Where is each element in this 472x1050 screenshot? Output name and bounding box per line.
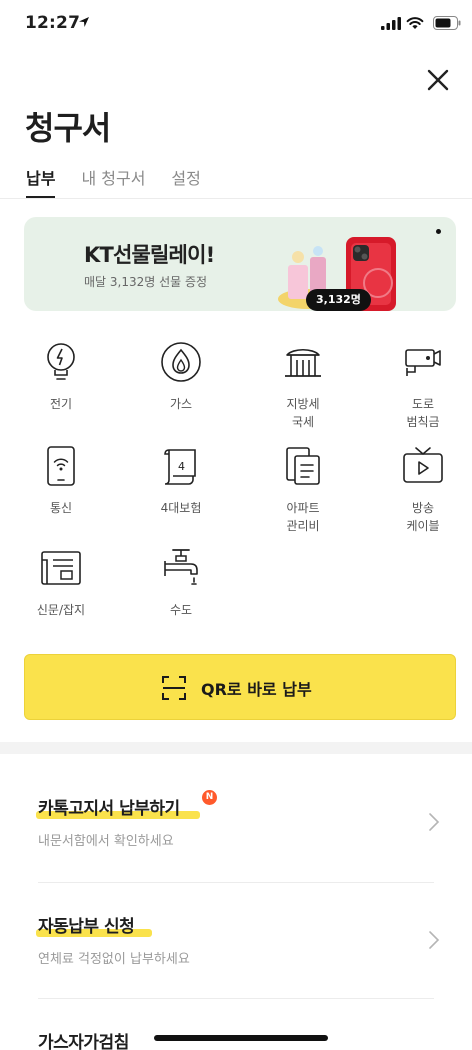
tab-payment[interactable]: 납부 bbox=[26, 166, 56, 198]
newspaper-icon bbox=[41, 551, 81, 585]
menu-item-title: 가스자가검침 bbox=[38, 1033, 129, 1050]
qr-scan-icon bbox=[162, 676, 186, 700]
location-arrow-icon bbox=[79, 17, 89, 27]
qr-pay-button[interactable]: QR로 바로 납부 bbox=[24, 654, 456, 720]
svg-text:4: 4 bbox=[178, 460, 185, 473]
section-divider bbox=[0, 742, 472, 754]
qr-pay-label: QR로 바로 납부 bbox=[201, 680, 312, 699]
menu-item-subtitle: 연체료 걱정없이 납부하세요 bbox=[38, 952, 190, 967]
water-faucet-icon bbox=[164, 549, 198, 585]
new-badge: N bbox=[202, 790, 217, 805]
wifi-icon bbox=[406, 17, 424, 29]
battery-icon bbox=[433, 16, 461, 30]
page-title: 청구서 bbox=[25, 109, 111, 147]
category-water[interactable]: 수도 bbox=[126, 546, 236, 619]
tab-settings[interactable]: 설정 bbox=[171, 166, 200, 198]
category-gas[interactable]: 가스 bbox=[126, 340, 236, 413]
category-telecom[interactable]: 통신 bbox=[6, 444, 116, 517]
category-traffic-fine[interactable]: 도로 범칙금 bbox=[368, 340, 472, 431]
category-four-insurance[interactable]: 4 4대보험 bbox=[126, 444, 236, 517]
apartment-document-icon bbox=[286, 447, 320, 485]
category-electricity[interactable]: 전기 bbox=[6, 340, 116, 413]
tab-bar: 납부 내 청구서 설정 bbox=[26, 166, 201, 198]
traffic-camera-icon bbox=[405, 349, 441, 376]
chevron-right-icon bbox=[429, 813, 440, 831]
banner-title: KT선물릴레이! bbox=[84, 243, 215, 267]
close-icon bbox=[427, 69, 449, 91]
tv-icon bbox=[403, 447, 443, 483]
category-local-tax[interactable]: 지방세 국세 bbox=[248, 340, 358, 431]
menu-item-kakao-bill[interactable]: 카톡고지서 납부하기 N 내문서함에서 확인하세요 bbox=[0, 784, 472, 874]
tab-my-bills[interactable]: 내 청구서 bbox=[81, 166, 145, 198]
menu-item-auto-pay[interactable]: 자동납부 신청 연체료 걱정없이 납부하세요 bbox=[0, 902, 472, 992]
menu-item-title: 카톡고지서 납부하기 bbox=[36, 794, 200, 819]
status-bar: 12:27 bbox=[0, 0, 472, 50]
bulb-icon bbox=[47, 343, 75, 380]
home-indicator bbox=[154, 1035, 328, 1041]
category-apartment-fee[interactable]: 아파트 관리비 bbox=[248, 444, 358, 535]
flame-icon bbox=[161, 342, 201, 382]
tab-divider bbox=[0, 198, 472, 199]
promo-banner[interactable]: KT선물릴레이! 매달 3,132명 선물 증정 3,132명 bbox=[24, 217, 456, 311]
chevron-right-icon bbox=[429, 931, 440, 949]
banner-page-indicator bbox=[436, 229, 441, 234]
banner-count-badge: 3,132명 bbox=[306, 289, 371, 311]
banner-subtitle: 매달 3,132명 선물 증정 bbox=[84, 275, 208, 289]
menu-divider bbox=[38, 882, 434, 883]
phone-icon bbox=[47, 446, 75, 486]
category-broadcast-cable[interactable]: 방송 케이블 bbox=[368, 444, 472, 535]
menu-divider bbox=[38, 998, 434, 999]
government-building-icon bbox=[285, 348, 321, 377]
menu-item-subtitle: 내문서함에서 확인하세요 bbox=[38, 834, 174, 849]
close-button[interactable] bbox=[422, 64, 454, 96]
menu-item-title: 자동납부 신청 bbox=[36, 912, 152, 937]
category-newspaper[interactable]: 신문/잡지 bbox=[6, 546, 116, 619]
cellular-signal-icon bbox=[381, 17, 401, 30]
insurance-scroll-icon: 4 bbox=[164, 449, 196, 485]
status-time: 12:27 bbox=[25, 13, 81, 33]
